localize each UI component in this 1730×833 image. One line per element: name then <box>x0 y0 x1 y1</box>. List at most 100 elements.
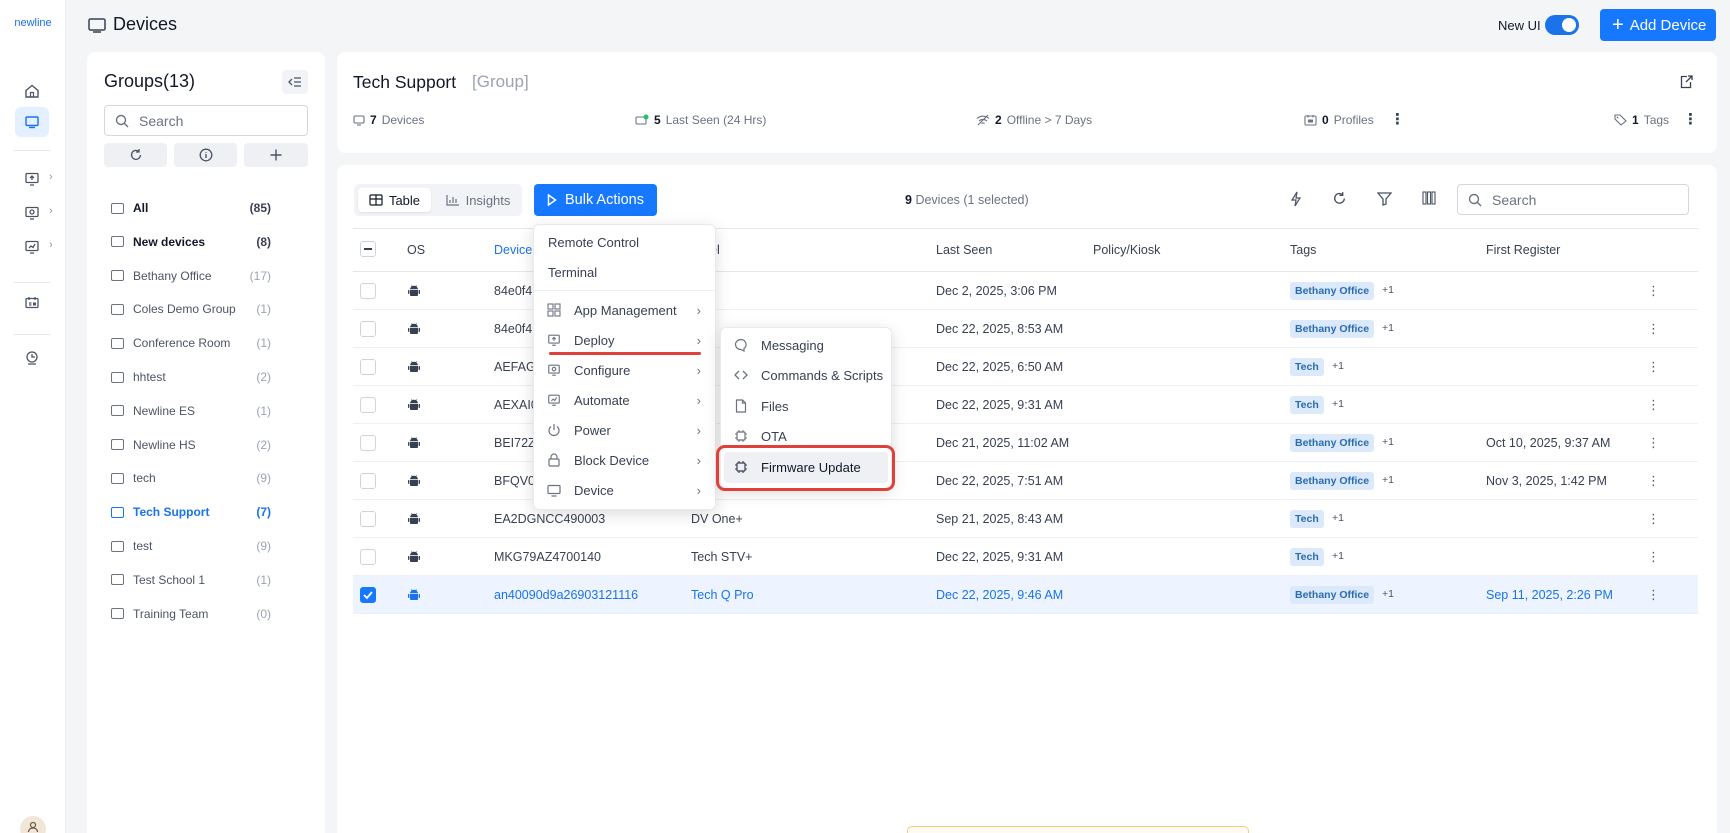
menu-app-management[interactable]: App Management › <box>534 297 715 323</box>
tag-badge[interactable]: Bethany Office <box>1290 472 1375 490</box>
group-item[interactable]: Tech Support (7) <box>111 502 271 522</box>
menu-terminal[interactable]: Terminal <box>534 259 715 285</box>
row-more-icon[interactable]: ⋮ <box>1647 435 1660 451</box>
deploy-nav-button[interactable] <box>15 164 49 194</box>
row-checkbox[interactable] <box>360 321 376 337</box>
group-item[interactable]: New devices (8) <box>111 232 271 252</box>
new-ui-toggle[interactable] <box>1545 15 1579 35</box>
group-item[interactable]: Training Team (0) <box>111 604 271 624</box>
tab-table[interactable]: Table <box>358 188 431 212</box>
row-checkbox[interactable] <box>360 549 376 565</box>
collapse-groups-button[interactable] <box>282 70 308 94</box>
tag-badge[interactable]: Tech <box>1290 510 1324 528</box>
menu-automate[interactable]: Automate › <box>534 387 715 413</box>
configure-nav-button[interactable] <box>15 198 49 228</box>
group-item[interactable]: test (9) <box>111 536 271 556</box>
group-item[interactable]: Newline HS (2) <box>111 435 271 455</box>
submenu-messaging[interactable]: Messaging <box>721 332 891 358</box>
row-checkbox[interactable] <box>360 283 376 299</box>
device-name[interactable]: 84e0f4 <box>494 322 532 336</box>
group-item[interactable]: All (85) <box>111 198 271 218</box>
tag-more-count[interactable]: +1 <box>1332 550 1344 562</box>
avatar[interactable] <box>20 816 46 833</box>
menu-power[interactable]: Power › <box>534 417 715 443</box>
tag-more-count[interactable]: +1 <box>1332 398 1344 410</box>
add-device-button[interactable]: + Add Device <box>1600 9 1716 41</box>
group-item[interactable]: Bethany Office (17) <box>111 266 271 286</box>
row-more-icon[interactable]: ⋮ <box>1647 511 1660 527</box>
tag-badge[interactable]: Bethany Office <box>1290 434 1375 452</box>
tag-more-count[interactable]: +1 <box>1382 588 1394 600</box>
col-tags[interactable]: Tags <box>1290 243 1316 257</box>
row-checkbox[interactable] <box>360 587 376 603</box>
device-name[interactable]: BFQV0 <box>494 474 535 488</box>
device-name[interactable]: 84e0f4 <box>494 284 532 298</box>
device-name[interactable]: AEXAI0 <box>494 398 538 412</box>
menu-deploy[interactable]: Deploy › <box>534 327 715 353</box>
submenu-commands-scripts[interactable]: Commands & Scripts <box>721 362 891 388</box>
group-item[interactable]: tech (9) <box>111 468 271 488</box>
row-more-icon[interactable]: ⋮ <box>1647 321 1660 337</box>
row-checkbox[interactable] <box>360 435 376 451</box>
tag-badge[interactable]: Tech <box>1290 358 1324 376</box>
menu-device[interactable]: Device › <box>534 477 715 503</box>
device-name[interactable]: EA2DGNCC490003 <box>494 512 605 526</box>
col-first-register[interactable]: First Register <box>1486 243 1560 257</box>
row-checkbox[interactable] <box>360 473 376 489</box>
device-name[interactable]: MKG79AZ4700140 <box>494 550 601 564</box>
export-icon[interactable] <box>1678 74 1694 90</box>
tag-more-count[interactable]: +1 <box>1382 322 1394 334</box>
col-policy[interactable]: Policy/Kiosk <box>1093 243 1160 257</box>
row-more-icon[interactable]: ⋮ <box>1647 473 1660 489</box>
group-item[interactable]: Conference Room (1) <box>111 333 271 353</box>
group-item[interactable]: hhtest (2) <box>111 367 271 387</box>
lightning-icon[interactable] <box>1289 191 1303 207</box>
tag-badge[interactable]: Tech <box>1290 548 1324 566</box>
columns-icon[interactable] <box>1422 191 1436 205</box>
menu-remote-control[interactable]: Remote Control <box>534 229 715 255</box>
device-name[interactable]: BEI72Z <box>494 436 536 450</box>
newline-logo[interactable]: newline <box>0 17 66 29</box>
select-all-checkbox[interactable] <box>360 241 376 257</box>
devices-nav-button[interactable] <box>15 107 49 137</box>
profiles-nav-button[interactable] <box>15 288 49 318</box>
table-row[interactable]: MKG79AZ4700140 Tech STV+ Dec 22, 2025, 9:3… <box>353 538 1698 576</box>
group-item[interactable]: Test School 1 (1) <box>111 570 271 590</box>
profiles-more-icon[interactable]: ⋮ <box>1390 110 1405 128</box>
tab-insights[interactable]: Insights <box>440 188 516 212</box>
row-more-icon[interactable]: ⋮ <box>1647 397 1660 413</box>
refresh-icon[interactable] <box>1332 191 1347 206</box>
reports-nav-button[interactable] <box>15 343 49 373</box>
device-name[interactable]: an40090d9a26903121116 <box>494 588 638 602</box>
device-name[interactable]: AEFAG <box>494 360 536 374</box>
row-checkbox[interactable] <box>360 359 376 375</box>
devices-search-input[interactable]: Search <box>1457 184 1689 215</box>
group-item[interactable]: Coles Demo Group (1) <box>111 299 271 319</box>
row-checkbox[interactable] <box>360 511 376 527</box>
refresh-groups-button[interactable] <box>104 143 167 167</box>
row-checkbox[interactable] <box>360 397 376 413</box>
table-row[interactable]: an40090d9a26903121116 Tech Q Pro Dec 22, 2… <box>353 576 1698 614</box>
tag-more-count[interactable]: +1 <box>1332 512 1344 524</box>
filter-icon[interactable] <box>1377 191 1392 206</box>
row-more-icon[interactable]: ⋮ <box>1647 549 1660 565</box>
tag-badge[interactable]: Bethany Office <box>1290 282 1375 300</box>
tag-badge[interactable]: Bethany Office <box>1290 586 1375 604</box>
row-more-icon[interactable]: ⋮ <box>1647 283 1660 299</box>
groups-search-input[interactable]: Search <box>104 105 308 136</box>
col-device[interactable]: Device <box>494 243 532 257</box>
menu-block-device[interactable]: Block Device › <box>534 447 715 473</box>
tag-more-count[interactable]: +1 <box>1382 436 1394 448</box>
add-group-button[interactable] <box>244 143 308 167</box>
tag-more-count[interactable]: +1 <box>1382 474 1394 486</box>
group-info-button[interactable] <box>174 143 237 167</box>
group-item[interactable]: Newline ES (1) <box>111 401 271 421</box>
col-last-seen[interactable]: Last Seen <box>936 243 992 257</box>
menu-configure[interactable]: Configure › <box>534 357 715 383</box>
tag-badge[interactable]: Tech <box>1290 396 1324 414</box>
row-more-icon[interactable]: ⋮ <box>1647 359 1660 375</box>
row-more-icon[interactable]: ⋮ <box>1647 587 1660 603</box>
tag-more-count[interactable]: +1 <box>1382 284 1394 296</box>
submenu-files[interactable]: Files <box>721 393 891 419</box>
tag-badge[interactable]: Bethany Office <box>1290 320 1375 338</box>
